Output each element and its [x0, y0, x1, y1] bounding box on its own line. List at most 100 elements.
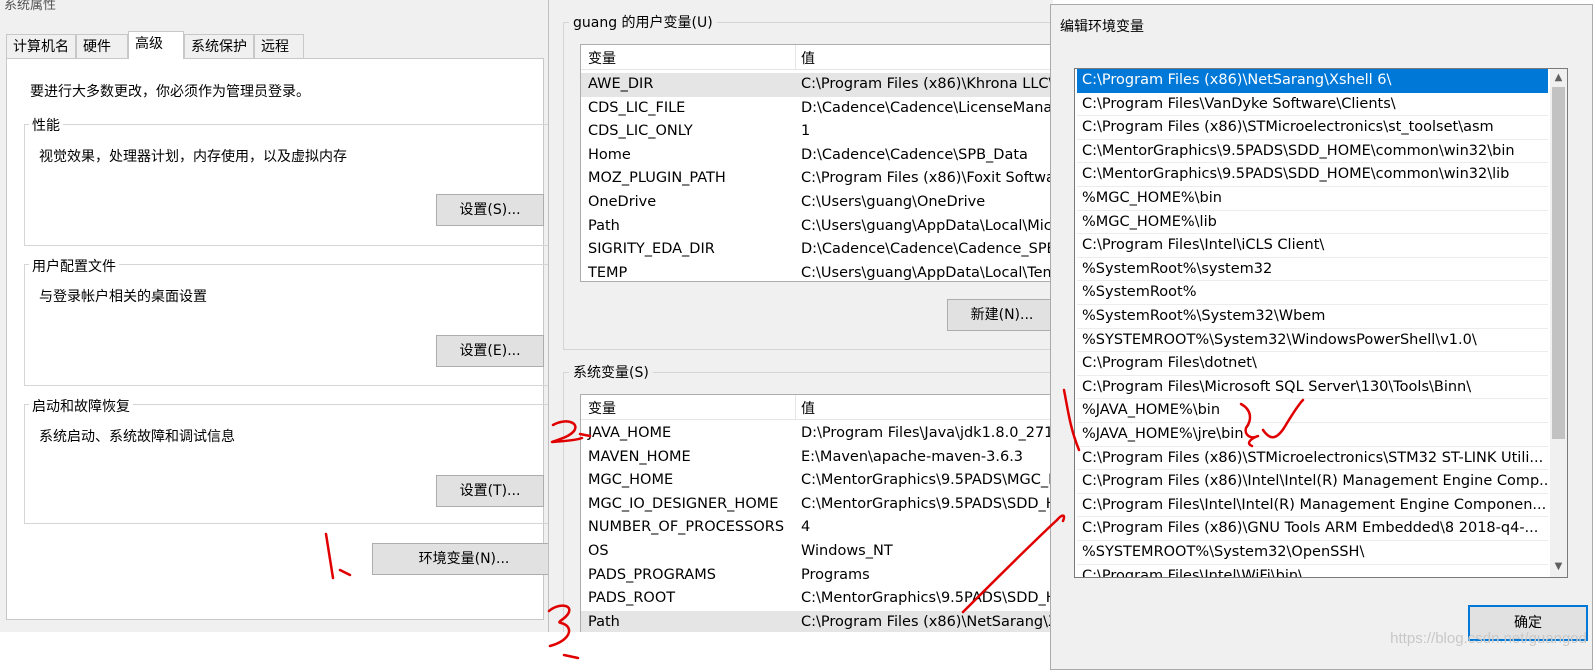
tab-advanced[interactable]: 高级 [128, 31, 184, 59]
path-entry[interactable]: %SYSTEMROOT%\System32\WindowsPowerShell\… [1077, 329, 1548, 353]
environment-variables-window: guang 的用户变量(U) 变量 值 AWE_DIR C:\Program Fi… [548, 0, 1063, 644]
path-entry[interactable]: C:\MentorGraphics\9.5PADS\SDD_HOME\commo… [1077, 163, 1548, 187]
var-value: C:\MentorGraphics\9.5PADS\SDD_H [801, 590, 1057, 607]
path-entry[interactable]: C:\Program Files (x86)\STMicroelectronic… [1077, 447, 1548, 471]
user-profiles-group [24, 264, 554, 386]
var-value: D:\Cadence\Cadence\Cadence_SPB [801, 241, 1057, 258]
var-value: C:\MentorGraphics\9.5PADS\SDD_H [801, 495, 1057, 512]
var-value: C:\Program Files (x86)\Khrona LLC\ [801, 76, 1054, 92]
new-user-variable-button[interactable]: 新建(N)... [947, 299, 1057, 331]
scrollbar-thumb[interactable] [1552, 87, 1565, 439]
scroll-up-arrow-icon[interactable]: ▲ [1552, 70, 1565, 86]
user-var-row[interactable]: TEMP C:\Users\guang\AppData\Local\Tem [581, 262, 1059, 281]
column-separator[interactable] [795, 395, 796, 419]
path-entry[interactable]: %SystemRoot%\system32 [1077, 258, 1548, 282]
user-var-row[interactable]: MOZ_PLUGIN_PATH C:\Program Files (x86)\Fo… [581, 167, 1059, 191]
var-name: Path [588, 613, 620, 630]
performance-label: 性能 [29, 115, 63, 135]
system-var-row[interactable]: NUMBER_OF_PROCESSORS 4 [581, 516, 1059, 540]
path-entry[interactable]: %SYSTEMROOT%\System32\OpenSSH\ [1077, 541, 1548, 565]
var-name: MOZ_PLUGIN_PATH [588, 170, 726, 187]
user-var-row[interactable]: Home D:\Cadence\Cadence\SPB_Data [581, 144, 1059, 168]
path-entry[interactable]: C:\Program Files\VanDyke Software\Client… [1077, 93, 1548, 117]
path-entry[interactable]: C:\Program Files\Intel\iCLS Client\ [1077, 234, 1548, 258]
var-value: D:\Program Files\Java\jdk1.8.0_271 [801, 425, 1054, 441]
path-entry[interactable]: C:\Program Files\dotnet\ [1077, 352, 1548, 376]
path-entry[interactable]: C:\Program Files (x86)\NetSarang\Xshell … [1077, 69, 1548, 93]
path-entry[interactable]: C:\Program Files\Intel\Intel(R) Manageme… [1077, 494, 1548, 518]
startup-recovery-desc: 系统启动、系统故障和调试信息 [39, 429, 235, 445]
system-var-row-path[interactable]: Path C:\Program Files (x86)\NetSarang\X [581, 610, 1059, 635]
path-entry[interactable]: C:\Program Files (x86)\GNU Tools ARM Emb… [1077, 517, 1548, 541]
var-name: CDS_LIC_ONLY [588, 123, 693, 140]
path-entry[interactable]: %MGC_HOME%\lib [1077, 211, 1548, 235]
var-value: D:\Cadence\Cadence\LicenseManag [801, 99, 1060, 116]
watermark-text: https://blog.csdn.net/guangod [1390, 630, 1587, 647]
system-var-row[interactable]: OS Windows_NT [581, 540, 1059, 564]
var-value: C:\MentorGraphics\9.5PADS\MGC_H [801, 472, 1060, 489]
path-entries-list[interactable]: C:\Program Files (x86)\NetSarang\Xshell … [1074, 68, 1568, 578]
scroll-down-arrow-icon[interactable]: ▼ [1552, 559, 1565, 575]
system-properties-window: 系统属性 计算机名 硬件 高级 系统保护 远程 要进行大多数更改，你必须作为管理… [0, 0, 556, 632]
path-entry[interactable]: C:\Program Files\Intel\WiFi\bin\ [1077, 565, 1548, 577]
tab-system-protection[interactable]: 系统保护 [184, 34, 254, 58]
var-value: C:\Users\guang\AppData\Local\Mic [801, 217, 1052, 234]
var-value: E:\Maven\apache-maven-3.6.3 [801, 448, 1024, 465]
var-value: C:\Program Files (x86)\Foxit Softwa [801, 170, 1055, 187]
column-value[interactable]: 值 [801, 48, 815, 68]
startup-recovery-label: 启动和故障恢复 [29, 396, 133, 416]
var-value: C:\Users\guang\OneDrive [801, 194, 986, 210]
environment-variables-button[interactable]: 环境变量(N)... [372, 543, 556, 575]
column-variable[interactable]: 变量 [588, 398, 616, 418]
tab-remote[interactable]: 远程 [254, 34, 304, 58]
system-var-row[interactable]: MGC_IO_DESIGNER_HOME C:\MentorGraphics\9.… [581, 493, 1059, 517]
system-var-row[interactable]: PADS_PROGRAMS Programs [581, 564, 1059, 588]
var-name: Path [588, 217, 620, 234]
var-name: MGC_IO_DESIGNER_HOME [588, 495, 779, 512]
user-var-row[interactable]: OneDrive C:\Users\guang\OneDrive [581, 191, 1059, 215]
column-value[interactable]: 值 [801, 398, 815, 418]
path-entry[interactable]: C:\Program Files (x86)\STMicroelectronic… [1077, 116, 1548, 140]
user-variables-list[interactable]: 变量 值 AWE_DIR C:\Program Files (x86)\Khron… [580, 44, 1060, 282]
var-name: AWE_DIR [588, 76, 654, 92]
tab-hardware[interactable]: 硬件 [76, 34, 128, 58]
var-name: JAVA_HOME [588, 425, 672, 441]
var-name: PADS_ROOT [588, 590, 676, 607]
edit-window-title: 编辑环境变量 [1060, 19, 1144, 35]
var-value: C:\Program Files (x86)\NetSarang\X [801, 613, 1058, 630]
desktop-background [0, 632, 1050, 670]
system-var-row[interactable]: JAVA_HOME D:\Program Files\Java\jdk1.8.0_… [581, 422, 1059, 446]
system-var-row[interactable]: PADS_ROOT C:\MentorGraphics\9.5PADS\SDD_H [581, 587, 1059, 611]
var-value: 1 [801, 123, 811, 140]
var-value: Programs [801, 566, 870, 583]
user-profiles-settings-button[interactable]: 设置(E)... [436, 335, 544, 367]
startup-recovery-settings-button[interactable]: 设置(T)... [436, 475, 544, 507]
var-name: TEMP [588, 264, 628, 281]
var-name: Home [588, 146, 631, 163]
system-var-row[interactable]: MAVEN_HOME E:\Maven\apache-maven-3.6.3 [581, 446, 1059, 470]
column-variable[interactable]: 变量 [588, 48, 616, 68]
var-name: MAVEN_HOME [588, 448, 691, 465]
user-var-row[interactable]: AWE_DIR C:\Program Files (x86)\Khrona LLC… [581, 73, 1059, 97]
path-entry[interactable]: %SystemRoot% [1077, 281, 1548, 305]
system-variables-list[interactable]: 变量 值 JAVA_HOME D:\Program Files\Java\jdk1… [580, 394, 1060, 644]
user-var-row[interactable]: CDS_LIC_FILE D:\Cadence\Cadence\LicenseMa… [581, 97, 1059, 121]
path-entry-java-jre-bin[interactable]: %JAVA_HOME%\jre\bin [1077, 423, 1548, 447]
tab-computer-name[interactable]: 计算机名 [6, 34, 76, 58]
user-var-row[interactable]: Path C:\Users\guang\AppData\Local\Mic [581, 215, 1059, 239]
vertical-scrollbar[interactable]: ▲ ▼ [1550, 69, 1567, 577]
user-var-row[interactable]: SIGRITY_EDA_DIR D:\Cadence\Cadence\Cadenc… [581, 238, 1059, 262]
performance-settings-button[interactable]: 设置(S)... [436, 194, 544, 226]
user-profiles-label: 用户配置文件 [29, 256, 119, 276]
path-entry[interactable]: C:\Program Files\Microsoft SQL Server\13… [1077, 376, 1548, 400]
path-entry[interactable]: %MGC_HOME%\bin [1077, 187, 1548, 211]
column-separator[interactable] [795, 45, 796, 69]
system-var-row[interactable]: MGC_HOME C:\MentorGraphics\9.5PADS\MGC_H [581, 469, 1059, 493]
user-variables-label: guang 的用户变量(U) [569, 12, 717, 32]
path-entry[interactable]: %SystemRoot%\System32\Wbem [1077, 305, 1548, 329]
var-name: MGC_HOME [588, 472, 674, 489]
user-var-row[interactable]: CDS_LIC_ONLY 1 [581, 120, 1059, 144]
path-entry[interactable]: C:\Program Files (x86)\Intel\Intel(R) Ma… [1077, 470, 1548, 494]
path-entry[interactable]: C:\MentorGraphics\9.5PADS\SDD_HOME\commo… [1077, 140, 1548, 164]
path-entry-java-bin[interactable]: %JAVA_HOME%\bin [1077, 399, 1548, 423]
